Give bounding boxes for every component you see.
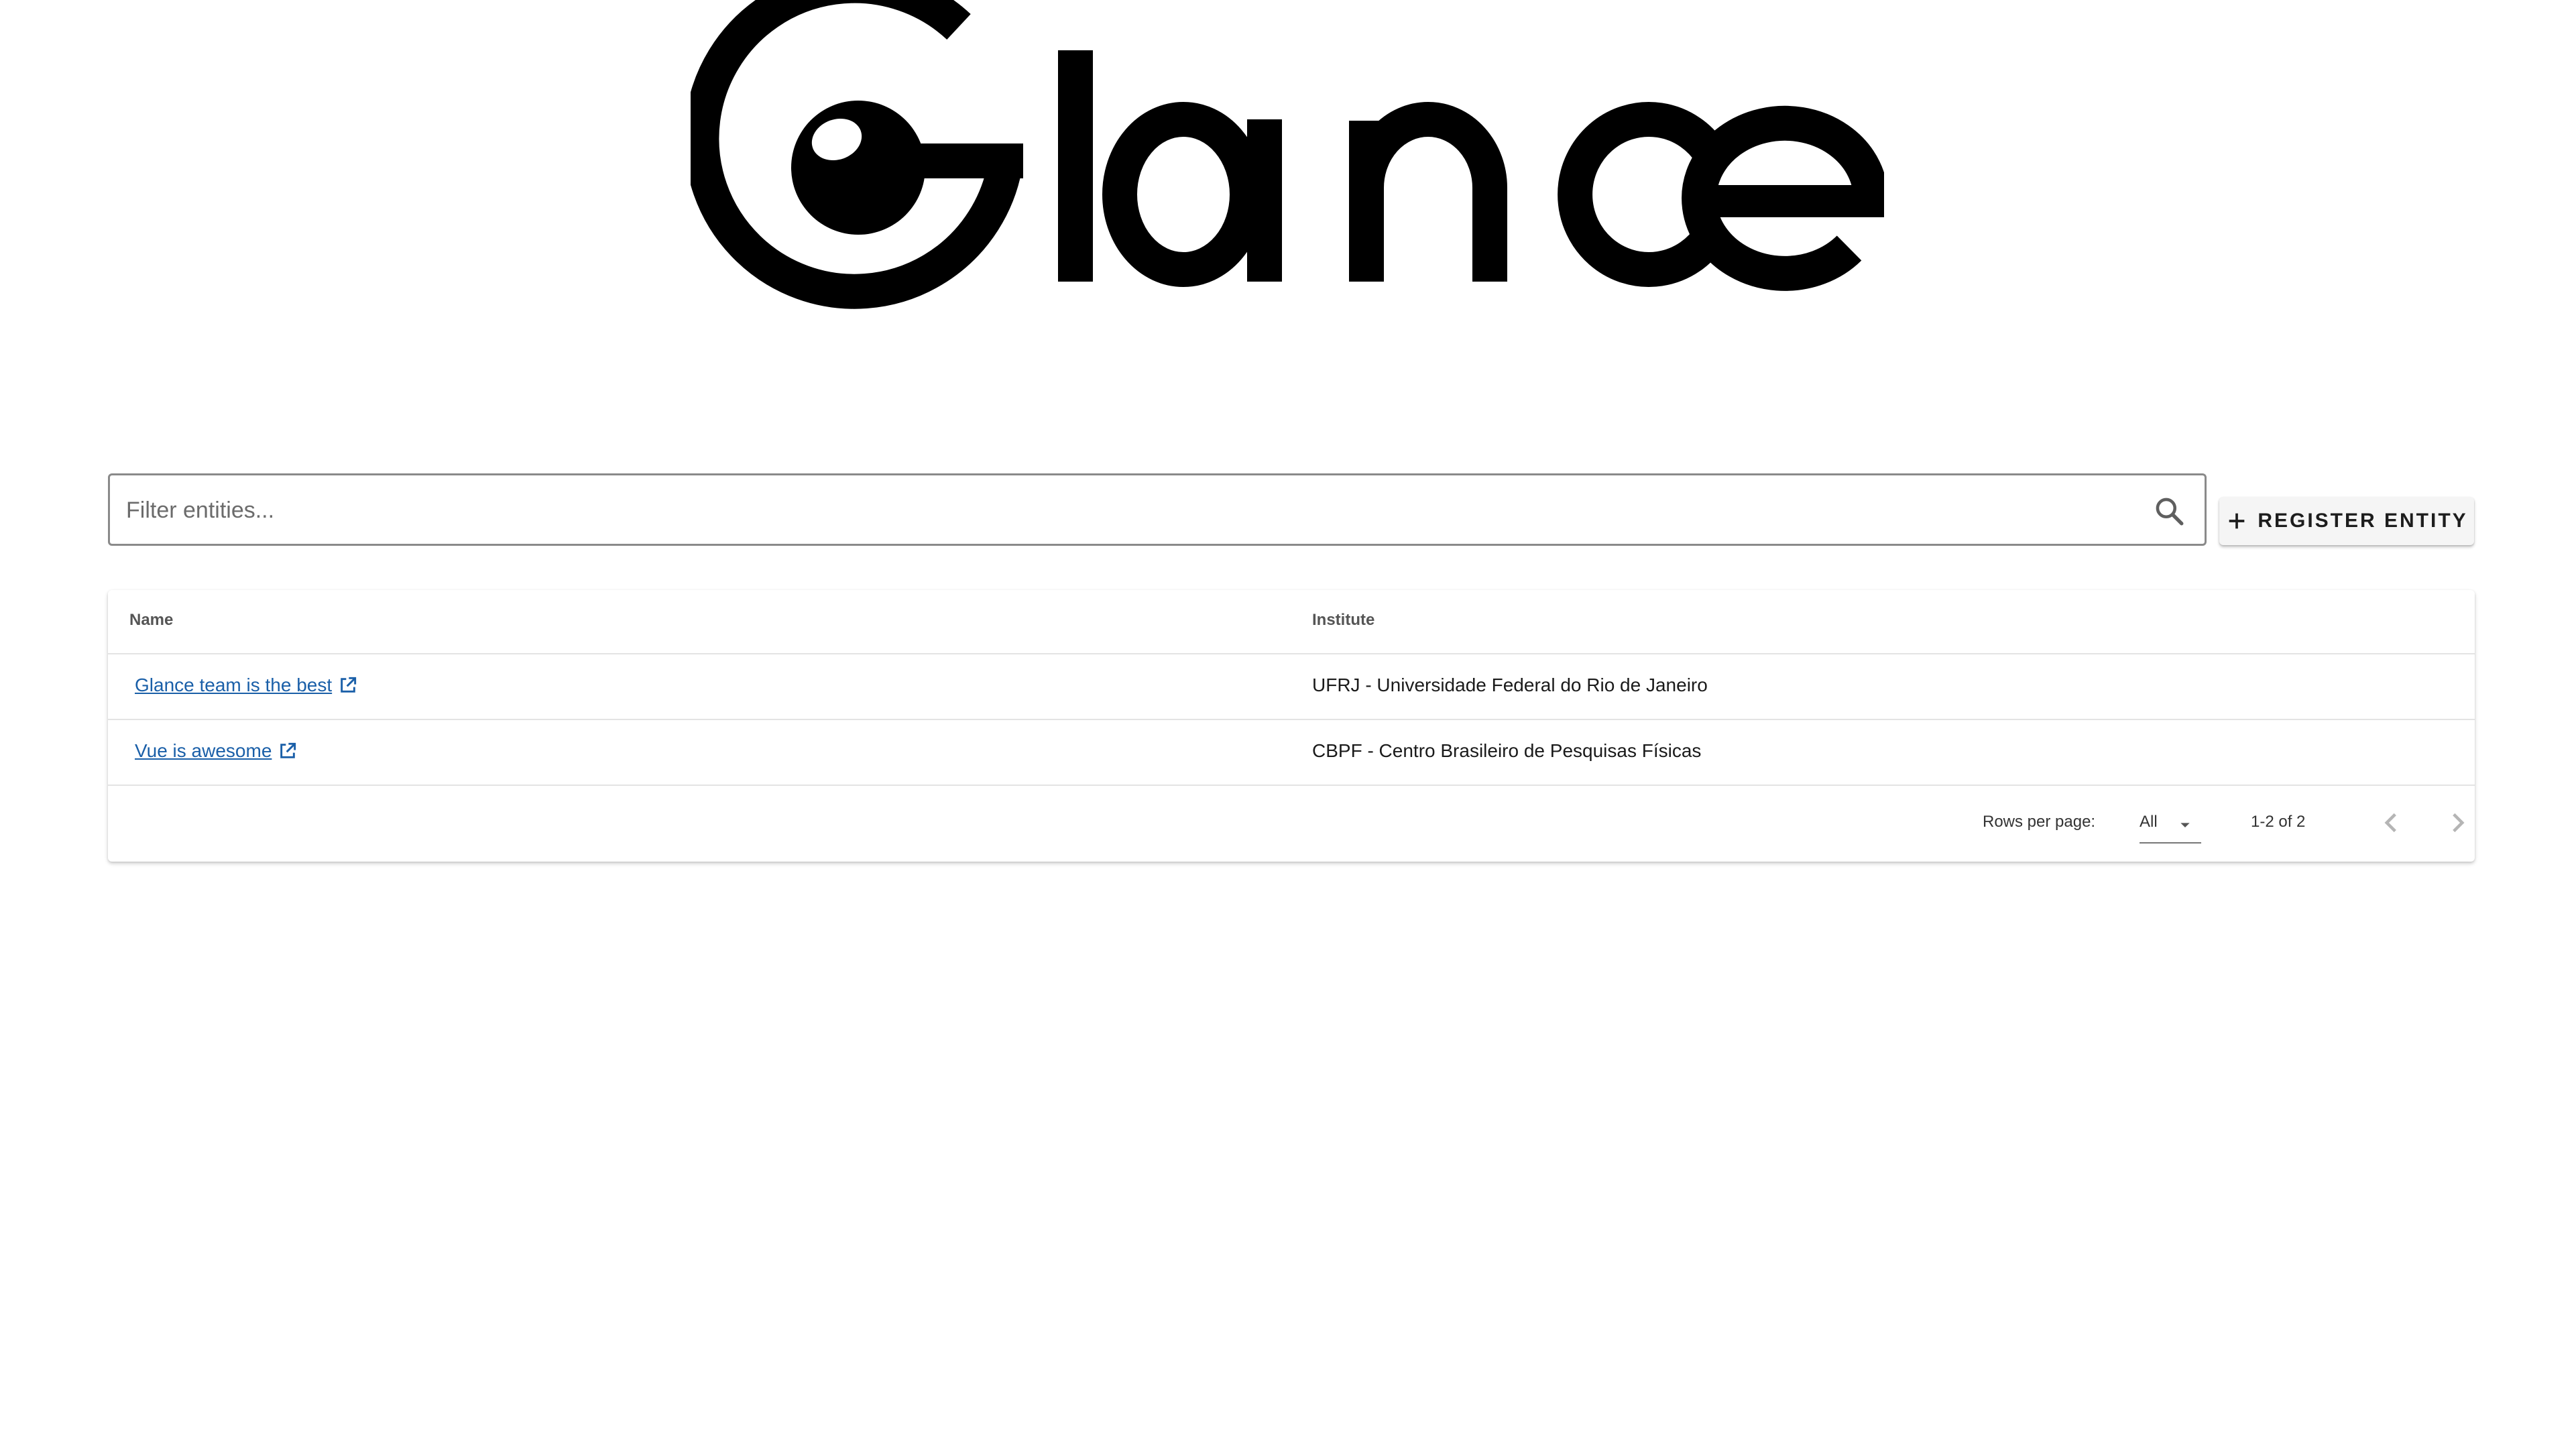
entities-table: Name Institute Glance team is the best U… xyxy=(108,590,2475,862)
previous-page-button[interactable] xyxy=(2374,806,2408,839)
chevron-down-icon xyxy=(2180,823,2190,827)
column-header-name[interactable]: Name xyxy=(129,611,173,630)
entity-link[interactable]: Glance team is the best xyxy=(135,675,359,696)
page: REGISTER ENTITY Name Institute Glance te… xyxy=(0,0,2576,1449)
rows-per-page-value: All xyxy=(2140,813,2158,831)
plus-icon xyxy=(2229,513,2245,529)
table-footer: Rows per page: All 1-2 of 2 xyxy=(108,786,2475,862)
table-row: Vue is awesome CBPF - Centro Brasileiro … xyxy=(108,720,2475,786)
external-link-icon xyxy=(280,742,296,758)
entity-institute: CBPF - Centro Brasileiro de Pesquisas Fí… xyxy=(1312,740,1702,761)
glance-logo xyxy=(691,0,1884,332)
entity-name: Glance team is the best xyxy=(135,675,333,695)
rows-per-page-select[interactable]: All xyxy=(2140,801,2201,844)
filter-field[interactable] xyxy=(108,473,2207,546)
table-row: Glance team is the best UFRJ - Universid… xyxy=(108,654,2475,720)
register-entity-button[interactable]: REGISTER ENTITY xyxy=(2219,497,2474,545)
register-entity-label: REGISTER ENTITY xyxy=(2258,510,2468,532)
external-link-icon xyxy=(341,677,357,693)
column-header-institute[interactable]: Institute xyxy=(1312,611,1374,630)
table-header: Name Institute xyxy=(108,590,2475,654)
entity-institute: UFRJ - Universidade Federal do Rio de Ja… xyxy=(1312,675,1708,695)
next-page-button[interactable] xyxy=(2441,806,2475,839)
rows-per-page-label: Rows per page: xyxy=(1983,813,2096,831)
pagination-range: 1-2 of 2 xyxy=(2251,813,2306,831)
entity-name: Vue is awesome xyxy=(135,740,272,761)
search-icon[interactable] xyxy=(2152,494,2186,528)
entity-link[interactable]: Vue is awesome xyxy=(135,740,298,762)
filter-input[interactable] xyxy=(125,475,2139,545)
